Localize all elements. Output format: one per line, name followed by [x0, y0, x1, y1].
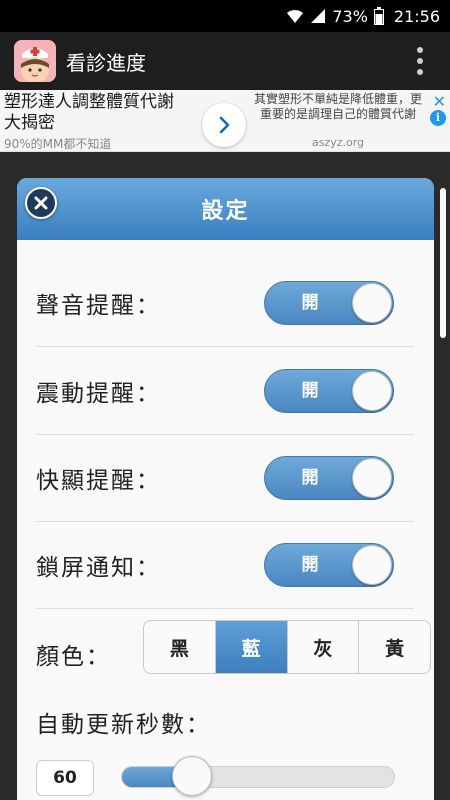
color-option-gray[interactable]: 灰: [288, 621, 360, 673]
refresh-seconds-input[interactable]: 60: [36, 760, 94, 796]
popup-reminder-toggle[interactable]: 開: [264, 456, 394, 500]
app-bar: 看診進度: [0, 32, 450, 90]
ad-body: 其實塑形不單純是降低體重，更重要的是調理自己的體質代謝: [253, 92, 422, 121]
chevron-right-icon: [219, 116, 230, 134]
sound-reminder-label: 聲音提醒：: [36, 292, 161, 319]
refresh-slider-track[interactable]: [121, 766, 395, 788]
ad-headline[interactable]: 塑形達人調整體質代謝 大揭密: [4, 92, 194, 134]
ad-info-icon[interactable]: i: [430, 110, 446, 126]
popup-reminder-label: 快顯提醒：: [36, 467, 161, 494]
popup-reminder-row: 快顯提醒： 開: [36, 434, 414, 522]
battery-percent: 73%: [332, 6, 368, 26]
lockscreen-notice-row: 鎖屏通知： 開: [36, 521, 414, 609]
wifi-icon: [286, 8, 304, 24]
sound-reminder-row: 聲音提醒： 開: [36, 259, 414, 347]
ad-close-icon[interactable]: ✕: [433, 92, 446, 111]
refresh-seconds-label: 自動更新秒數：: [36, 712, 211, 738]
sound-reminder-toggle[interactable]: 開: [264, 281, 394, 325]
toggle-state: 開: [301, 468, 319, 488]
color-option-black[interactable]: 黑: [144, 621, 216, 673]
ad-subline: 90%的MM都不知道: [4, 137, 112, 151]
toggle-state: 開: [301, 555, 319, 575]
color-option-yellow[interactable]: 黃: [359, 621, 430, 673]
toggle-knob[interactable]: [352, 283, 392, 323]
settings-dialog: 設定 聲音提醒： 開 震動提醒： 開 快顯提醒： 開 鎖屏通知： 開 顏色： 黑: [17, 178, 434, 800]
vibrate-reminder-row: 震動提醒： 開: [36, 347, 414, 435]
lockscreen-notice-label: 鎖屏通知：: [36, 554, 161, 581]
refresh-slider-thumb[interactable]: [171, 756, 212, 796]
overflow-menu-icon[interactable]: [416, 47, 424, 75]
toggle-state: 開: [301, 381, 319, 401]
close-button[interactable]: [25, 187, 57, 219]
color-row: 顏色： 黑 藍 灰 黃: [36, 610, 431, 698]
toggle-knob[interactable]: [352, 371, 392, 411]
battery-icon: [373, 7, 384, 25]
vibrate-reminder-toggle[interactable]: 開: [264, 369, 394, 413]
toggle-state: 開: [301, 293, 319, 313]
color-option-blue[interactable]: 藍: [215, 621, 288, 673]
close-icon: [34, 196, 48, 210]
signal-icon: [310, 8, 326, 24]
color-segmented-control: 黑 藍 灰 黃: [143, 620, 431, 674]
clock: 21:56: [393, 6, 440, 26]
toggle-knob[interactable]: [352, 545, 392, 585]
color-label: 顏色：: [36, 644, 111, 670]
nurse-avatar-icon: [14, 40, 56, 82]
dialog-header: 設定: [17, 178, 434, 240]
lockscreen-notice-toggle[interactable]: 開: [264, 543, 394, 587]
ad-domain: aszyz.org: [311, 136, 365, 149]
background-scrollbar: [440, 188, 446, 338]
app-title: 看診進度: [66, 50, 146, 75]
vibrate-reminder-label: 震動提醒：: [36, 380, 161, 407]
dialog-title: 設定: [201, 199, 250, 224]
ad-arrow-button[interactable]: [202, 103, 246, 147]
refresh-slider-fill: [122, 767, 177, 787]
toggle-knob[interactable]: [352, 458, 392, 498]
status-bar: 73% 21:56: [0, 0, 450, 32]
